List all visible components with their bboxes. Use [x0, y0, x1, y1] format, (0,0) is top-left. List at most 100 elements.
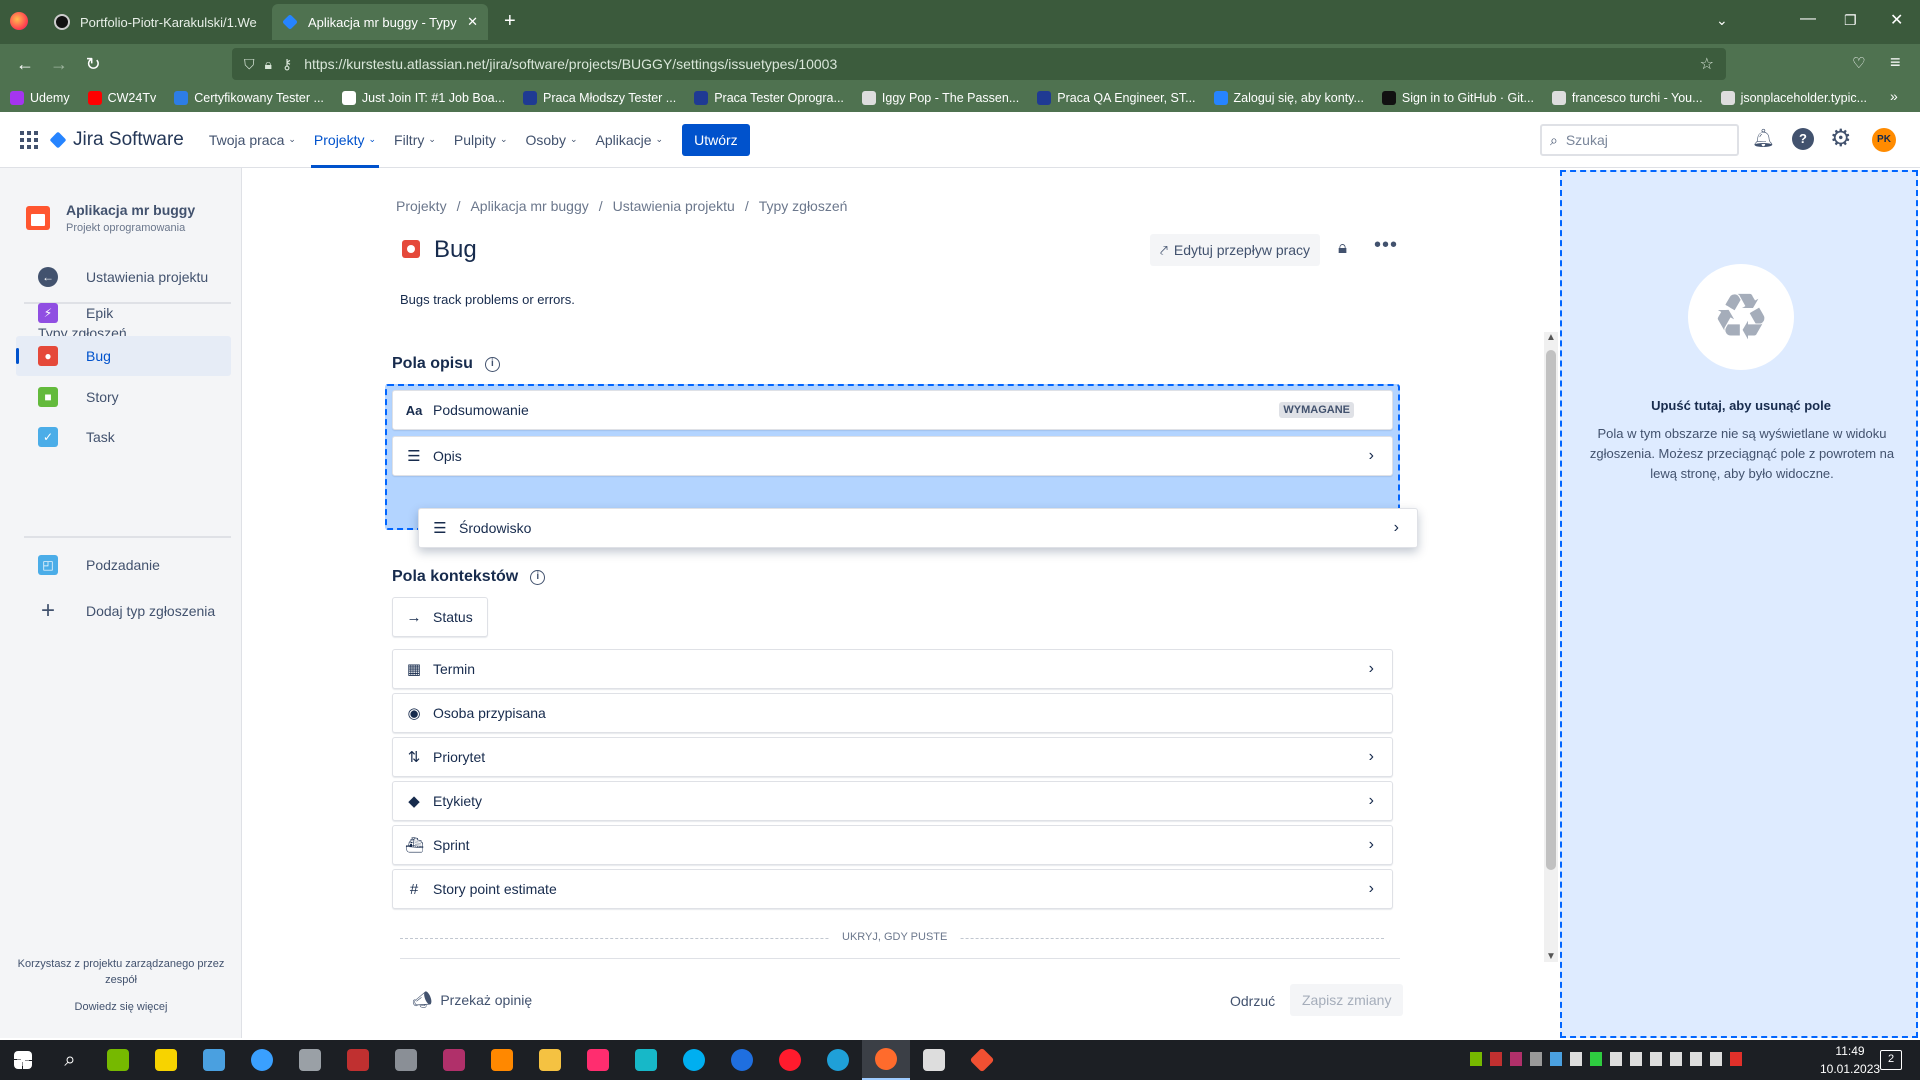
media-player-app-icon[interactable] — [574, 1040, 622, 1080]
field-osoba-przypisana[interactable]: ◉ Osoba przypisana — [392, 693, 1393, 733]
app-menu-icon[interactable]: ≡ — [1890, 52, 1901, 73]
system-tray-icons[interactable] — [1470, 1052, 1742, 1066]
bookmark-item[interactable]: Udemy — [10, 91, 70, 105]
bookmark-item[interactable]: CW24Tv — [87, 91, 156, 105]
main-scrollbar[interactable]: ▲ ▼ — [1544, 332, 1558, 962]
firefox-menu-icon[interactable] — [10, 12, 28, 30]
nav-filtry[interactable]: Filtry ⌄ — [385, 112, 445, 168]
clock-time[interactable]: 11:49 — [1820, 1044, 1880, 1058]
info-icon[interactable]: i — [530, 570, 546, 586]
save-changes-button[interactable]: Zapisz zmiany — [1290, 984, 1404, 1016]
bookmarks-overflow-icon[interactable]: » — [1890, 88, 1898, 104]
settings-gear-icon[interactable]: ⚙ — [1830, 124, 1852, 153]
project-name[interactable]: Aplikacja mr buggy — [66, 202, 195, 218]
bookmark-item[interactable]: Praca Tester Oprogra... — [694, 91, 844, 105]
windows-start-icon[interactable] — [0, 1040, 46, 1080]
winrar-app-icon[interactable] — [430, 1040, 478, 1080]
pocket-icon[interactable]: ♡ — [1852, 54, 1865, 72]
tab-jira[interactable]: Aplikacja mr buggy - Typy zgło ✕ — [272, 4, 488, 40]
info-icon[interactable]: i — [484, 357, 500, 373]
headphones-app-icon[interactable] — [622, 1040, 670, 1080]
field-summary[interactable]: Aa Podsumowanie WYMAGANE — [392, 390, 1393, 430]
help-icon[interactable]: ? — [1792, 128, 1814, 150]
forward-arrow-icon[interactable]: → — [42, 49, 76, 79]
bookmark-item[interactable]: jsonplaceholder.typic... — [1720, 91, 1867, 105]
discard-button[interactable]: Odrzuć — [1230, 993, 1275, 1009]
nav-twoja-praca[interactable]: Twoja praca ⌄ — [200, 112, 305, 168]
field-termin[interactable]: ▦ Termin › — [392, 649, 1393, 689]
breadcrumb-link[interactable]: Typy zgłoszeń — [759, 198, 848, 214]
bookmark-item[interactable]: francesco turchi - You... — [1551, 91, 1703, 105]
nav-projekty[interactable]: Projekty ⌄ — [305, 112, 385, 168]
calculator-app-icon[interactable] — [382, 1040, 430, 1080]
add-issue-type-button[interactable]: + Dodaj typ zgłoszenia — [16, 591, 231, 631]
apps-app-icon[interactable] — [238, 1040, 286, 1080]
breadcrumb-link[interactable]: Aplikacja mr buggy — [470, 198, 588, 214]
tab-list-chevron-icon[interactable]: ⌄ — [1716, 12, 1728, 29]
learn-more-link[interactable]: Dowiedz się więcej — [10, 1001, 232, 1013]
vlc-app-icon[interactable] — [478, 1040, 526, 1080]
field-environment-dragging[interactable]: ☰ Środowisko › — [418, 508, 1418, 548]
bookmark-item[interactable]: Zaloguj się, aby konty... — [1213, 91, 1364, 105]
skype-app-icon[interactable] — [670, 1040, 718, 1080]
remove-field-dropzone[interactable]: ♻ Upuść tutaj, aby usunąć pole Pola w ty… — [1560, 170, 1918, 1038]
breadcrumb-link[interactable]: Projekty — [396, 198, 447, 214]
avatar[interactable]: PK — [1872, 128, 1896, 152]
app-switcher-icon[interactable] — [20, 130, 38, 149]
url-bar[interactable]: ⛉ 🔒︎ ⚷ https://kurstestu.atlassian.net/j… — [232, 48, 1726, 80]
sidebar-item-story[interactable]: ■ Story — [16, 377, 231, 417]
bookmark-item[interactable]: Iggy Pop - The Passen... — [861, 91, 1019, 105]
field-story-point-estimate[interactable]: # Story point estimate › — [392, 869, 1393, 909]
firefox-app-icon[interactable] — [862, 1040, 910, 1080]
restore-button[interactable]: ❐ — [1844, 12, 1857, 29]
create-button[interactable]: Utwórz — [682, 123, 750, 156]
edit-workflow-button[interactable]: ⤤ Edytuj przepływ pracy — [1150, 234, 1321, 266]
bookmark-item[interactable]: Certyfikowany Tester ... — [174, 91, 324, 105]
field-description[interactable]: ☰ Opis › — [392, 436, 1393, 476]
jira-logo[interactable]: Jira Software — [49, 129, 184, 151]
bookmark-item[interactable]: Just Join IT: #1 Job Boa... — [341, 91, 505, 105]
back-arrow-icon[interactable]: ← — [8, 49, 42, 79]
wolf-app-icon[interactable] — [910, 1040, 958, 1080]
clock-date[interactable]: 10.01.2023 — [1820, 1062, 1880, 1076]
bookmark-item[interactable]: Praca Młodszy Tester ... — [523, 91, 676, 105]
field-sprint[interactable]: ⛴ Sprint › — [392, 825, 1393, 865]
unity-app-icon[interactable] — [286, 1040, 334, 1080]
tab-portfolio[interactable]: Portfolio-Piotr-Karakulski/1.We — [44, 4, 268, 40]
sticky-notes-app-icon[interactable] — [142, 1040, 190, 1080]
reload-icon[interactable]: ↻ — [76, 49, 110, 79]
field-etykiety[interactable]: ◆ Etykiety › — [392, 781, 1393, 821]
minimize-button[interactable]: — — [1800, 10, 1816, 28]
notification-center-icon[interactable]: 2 — [1880, 1050, 1902, 1070]
opera-app-icon[interactable] — [766, 1040, 814, 1080]
edge-app-icon[interactable] — [814, 1040, 862, 1080]
bookmark-item[interactable]: Sign in to GitHub · Git... — [1381, 91, 1534, 105]
sidebar-item-subtask[interactable]: ◰ Podzadanie — [16, 545, 231, 585]
pc-app-icon[interactable] — [190, 1040, 238, 1080]
window-close-button[interactable]: ✕ — [1890, 10, 1903, 30]
close-icon[interactable]: ✕ — [459, 14, 478, 30]
more-actions-icon[interactable]: ••• — [1374, 234, 1398, 257]
give-feedback-button[interactable]: 📣︎ Przekaż opinię — [412, 990, 532, 1010]
sidebar-item-bug[interactable]: ● Bug — [16, 336, 231, 376]
nav-aplikacje[interactable]: Aplikacje ⌄ — [587, 112, 673, 168]
lock-icon[interactable]: 🔒︎ — [1338, 238, 1347, 258]
sidebar-item-epik[interactable]: ⚡ Epik — [16, 293, 231, 333]
search-icon[interactable]: ⌕ — [46, 1040, 94, 1080]
game-app-icon[interactable] — [334, 1040, 382, 1080]
thunderbird-app-icon[interactable] — [718, 1040, 766, 1080]
nav-osoby[interactable]: Osoby ⌄ — [516, 112, 586, 168]
new-tab-button[interactable]: + — [504, 10, 516, 33]
bookmark-star-icon[interactable]: ☆ — [1700, 54, 1714, 74]
field-status[interactable]: → Status — [392, 597, 488, 637]
file-explorer-app-icon[interactable] — [526, 1040, 574, 1080]
search-input[interactable]: ⌕ Szukaj — [1540, 124, 1739, 156]
bookmark-item[interactable]: Praca QA Engineer, ST... — [1037, 91, 1196, 105]
notifications-bell-icon[interactable]: 🔔︎ — [1752, 128, 1775, 149]
sidebar-item-task[interactable]: ✓ Task — [16, 417, 231, 457]
git-app-icon[interactable] — [958, 1040, 1006, 1080]
nvidia-app-icon[interactable] — [94, 1040, 142, 1080]
field-priorytet[interactable]: ⇅ Priorytet › — [392, 737, 1393, 777]
breadcrumb-link[interactable]: Ustawienia projektu — [613, 198, 735, 214]
nav-pulpity[interactable]: Pulpity ⌄ — [445, 112, 517, 168]
